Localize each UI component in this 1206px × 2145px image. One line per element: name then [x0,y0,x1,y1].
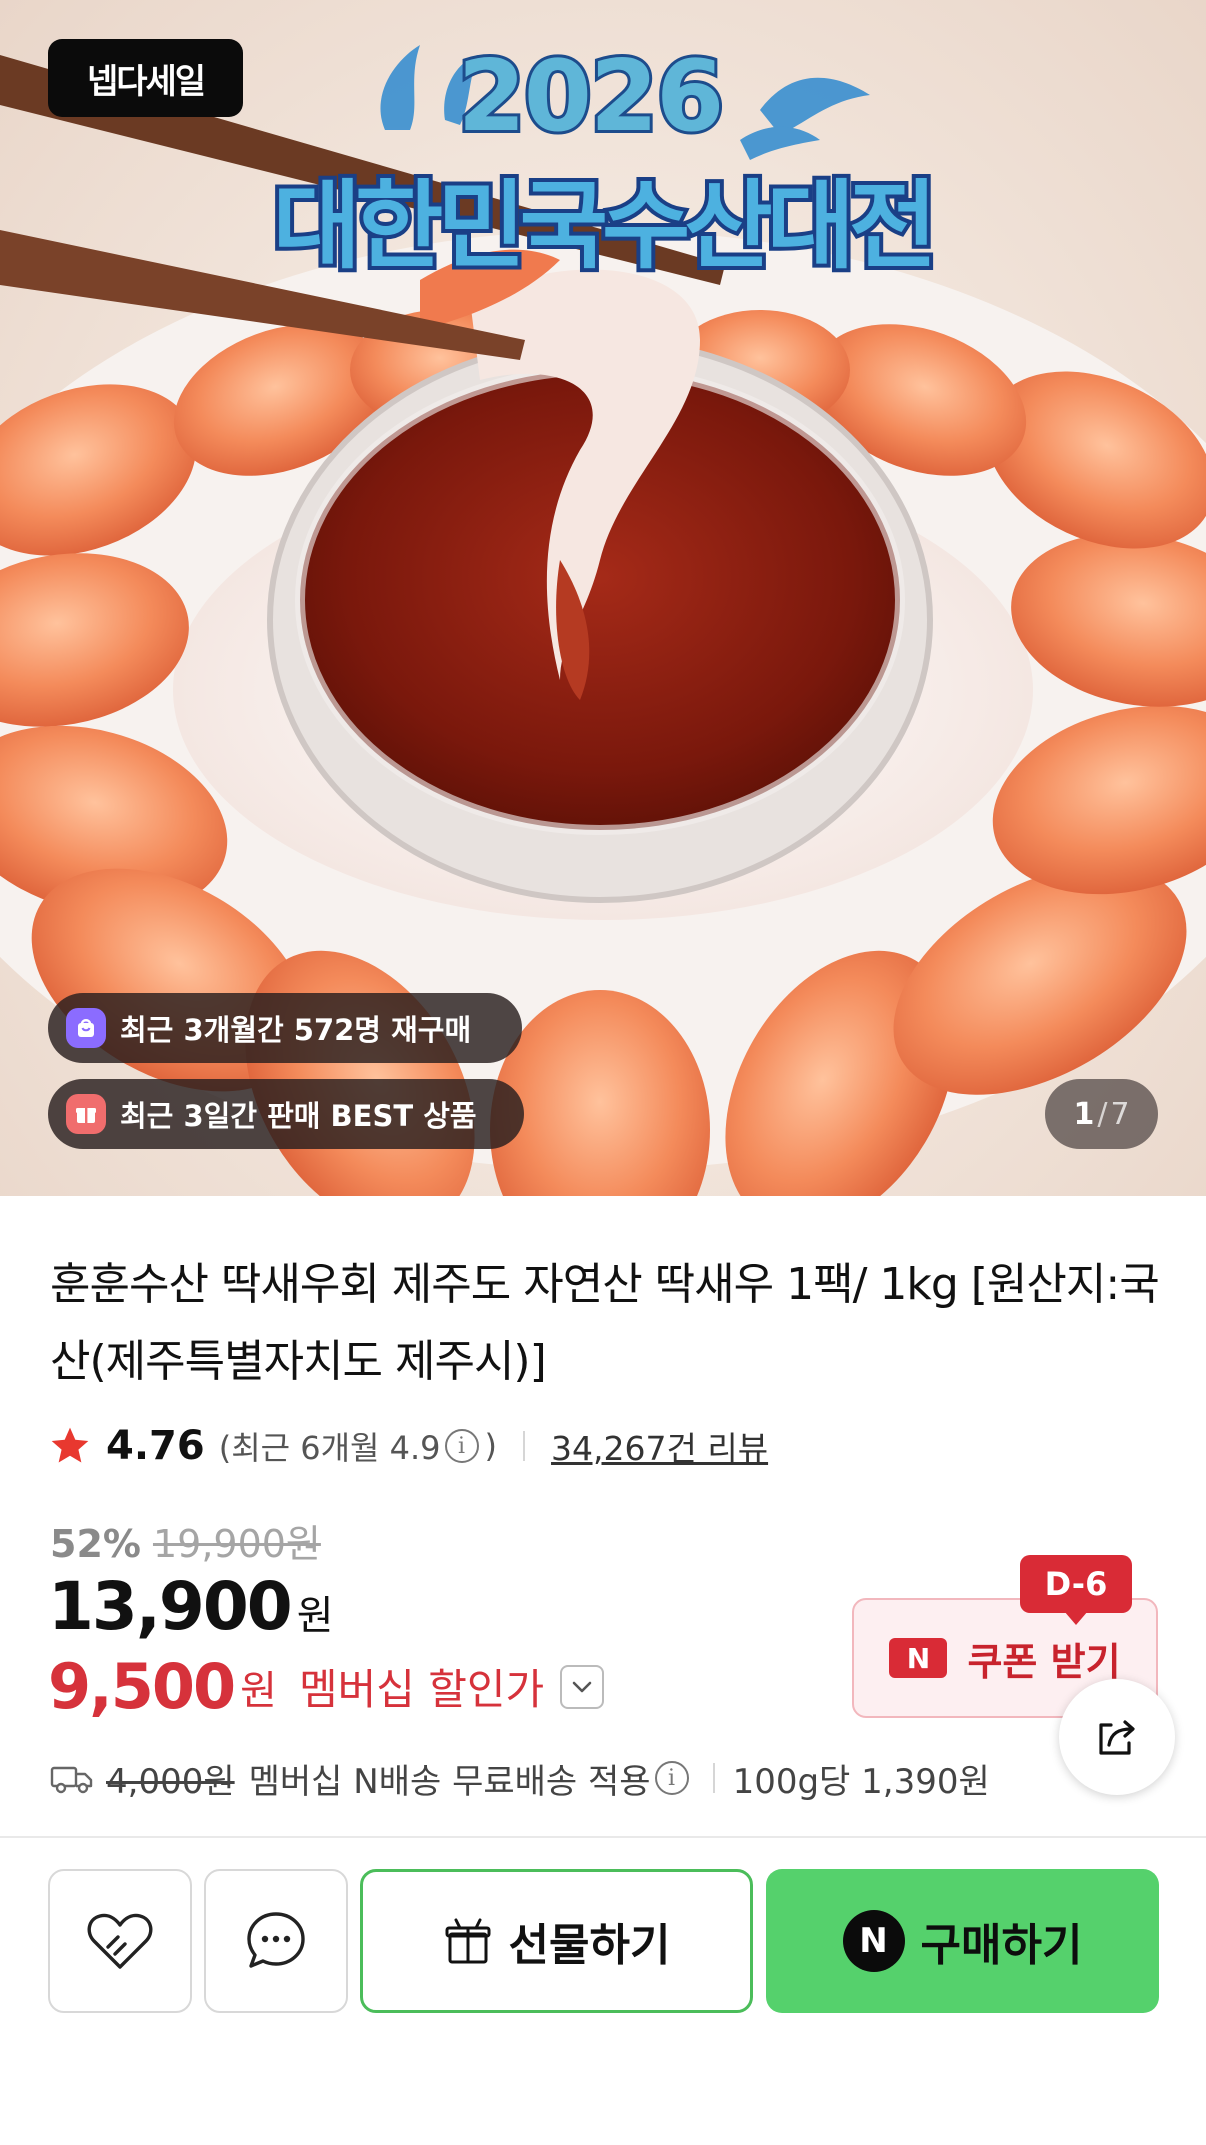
talk-button[interactable] [204,1869,348,2013]
original-price: 19,900원 [152,1522,321,1566]
recent-rating-close: ) [484,1427,498,1465]
section-divider [0,1836,1206,1838]
rating-row: 4.76 (최근 6개월 4.9 i ) 34,267건 리뷰 [48,1418,768,1474]
membership-price-dropdown[interactable] [560,1664,605,1709]
gift-button[interactable]: 선물하기 [360,1869,753,2013]
rating-score: 4.76 [106,1423,205,1469]
best-seller-badge: 최근 3일간 판매 BEST 상품 [48,1079,524,1149]
sale-price-amount: 13,900 [48,1568,293,1645]
recent-rating-text: (최근 6개월 4.9 [218,1429,441,1467]
brand-sale-badge: 넵다세일 [48,39,243,117]
image-counter-separator: / [1097,1096,1108,1132]
image-counter-current: 1 [1073,1096,1095,1132]
discount-row: 52% 19,900원 [50,1513,321,1568]
delivery-text: 멤버십 N배송 무료배송 적용 [248,1761,651,1802]
truck-icon [50,1766,93,1794]
naver-n-logo: N [889,1638,948,1678]
divider [712,1763,715,1793]
unit-price: 100g당 1,390원 [732,1761,990,1802]
wishlist-button[interactable] [48,1869,192,2013]
discount-rate: 52% [50,1522,141,1566]
naver-pay-logo: N [842,1910,905,1972]
sale-price: 13,900 원 [48,1568,334,1645]
event-title: 대한민국수산대전 [269,166,942,286]
buy-label: 구매하기 [920,1920,1083,1971]
event-year: 2026 [455,37,728,157]
chat-bubble-icon [247,1912,305,1968]
chevron-down-icon [572,1681,592,1692]
info-icon[interactable]: i [444,1429,479,1463]
coupon-dday-badge: D-6 [1020,1555,1132,1625]
coupon-label: 쿠폰 받기 [967,1639,1121,1684]
original-delivery-fee: 4,000원 [106,1761,235,1802]
buy-button[interactable]: N 구매하기 [766,1869,1159,2013]
repurchase-text: 최근 3개월간 572명 재구매 [120,1013,472,1047]
review-count-link[interactable]: 34,267건 리뷰 [551,1422,768,1470]
image-counter-total: 7 [1110,1096,1130,1132]
share-button[interactable] [1059,1679,1175,1795]
info-icon[interactable]: i [654,1761,689,1795]
heart-icon [87,1913,153,1969]
membership-price-amount: 9,500 [48,1650,236,1723]
membership-price: 9,500 원 멤버십 할인가 [48,1650,605,1723]
share-icon [1099,1720,1135,1755]
delivery-row: 4,000원 멤버십 N배송 무료배송 적용 i 100g당 1,390원 [50,1750,990,1806]
sale-price-currency: 원 [296,1593,334,1639]
star-icon [51,1427,89,1463]
product-image-carousel[interactable]: 넵다세일 2026 대한민국수산대전 최근 3개월간 572명 재구매 최근 3… [0,0,1206,1196]
membership-price-currency: 원 [240,1667,277,1714]
image-counter: 1 / 7 [1045,1079,1158,1149]
gift-icon [445,1918,491,1964]
best-seller-text: 최근 3일간 판매 BEST 상품 [120,1099,477,1133]
gift-label: 선물하기 [508,1920,671,1971]
recent-rating: (최근 6개월 4.9 i ) [219,1423,497,1469]
shopping-bag-icon [66,1008,106,1048]
gift-box-icon [66,1094,106,1134]
repurchase-badge: 최근 3개월간 572명 재구매 [48,993,522,1063]
membership-price-label: 멤버십 할인가 [298,1665,545,1714]
divider [523,1431,526,1461]
product-title: 훈훈수산 딱새우회 제주도 자연산 딱새우 1팩/ 1kg [원산지:국산(제주… [50,1259,1160,1387]
